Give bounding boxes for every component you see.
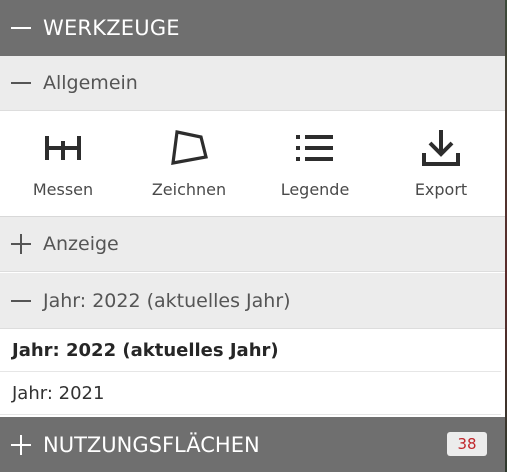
export-tool-label: Export <box>414 180 468 199</box>
jahr-header[interactable]: Jahr: 2022 (aktuelles Jahr) <box>0 273 505 329</box>
draw-tool-label: Zeichnen <box>151 180 227 199</box>
count-badge: 38 <box>447 432 487 456</box>
minus-icon <box>11 72 33 94</box>
werkzeuge-header[interactable]: WERKZEUGE <box>0 0 505 56</box>
minus-icon <box>11 17 33 39</box>
draw-tool-button[interactable]: Zeichnen <box>126 111 252 216</box>
werkzeuge-title: WERKZEUGE <box>43 16 180 40</box>
year-item-2022[interactable]: Jahr: 2022 (aktuelles Jahr) <box>0 329 501 372</box>
minus-icon <box>11 290 33 312</box>
allgemein-title: Allgemein <box>43 72 138 94</box>
allgemein-header[interactable]: Allgemein <box>0 56 505 111</box>
draw-polygon-icon <box>169 128 209 168</box>
nutzungsflaechen-header[interactable]: NUTZUNGSFLÄCHEN 38 <box>0 417 505 472</box>
plus-icon <box>11 233 33 255</box>
legend-tool-button[interactable]: Legende <box>252 111 378 216</box>
legend-tool-label: Legende <box>280 180 350 199</box>
plus-icon <box>11 434 33 456</box>
anzeige-header[interactable]: Anzeige <box>0 216 505 272</box>
tool-row: Messen Zeichnen Legende Export <box>0 111 505 216</box>
download-icon <box>421 128 461 168</box>
measure-icon <box>43 128 83 168</box>
anzeige-title: Anzeige <box>43 233 119 255</box>
tools-panel: WERKZEUGE Allgemein Messen Zeichnen Lege… <box>0 0 505 472</box>
nutzungsflaechen-title: NUTZUNGSFLÄCHEN <box>43 432 260 457</box>
measure-tool-label: Messen <box>32 180 94 199</box>
measure-tool-button[interactable]: Messen <box>0 111 126 216</box>
year-list: Jahr: 2022 (aktuelles Jahr) Jahr: 2021 <box>0 329 505 415</box>
list-icon <box>295 128 335 168</box>
export-tool-button[interactable]: Export <box>378 111 504 216</box>
jahr-title: Jahr: 2022 (aktuelles Jahr) <box>43 289 291 312</box>
year-item-2021[interactable]: Jahr: 2021 <box>0 372 501 415</box>
